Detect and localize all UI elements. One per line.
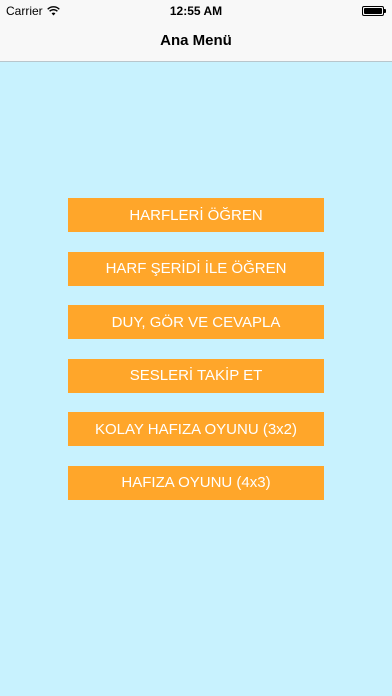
learn-with-letter-strip-button[interactable]: HARF ŞERİDİ İLE ÖĞREN xyxy=(68,251,324,286)
screen: Carrier 12:55 AM Ana Menü HARFLERİ ÖĞREN… xyxy=(0,0,392,696)
easy-memory-game-button[interactable]: KOLAY HAFIZA OYUNU (3x2) xyxy=(68,412,324,446)
status-time: 12:55 AM xyxy=(169,4,223,18)
follow-sounds-button[interactable]: SESLERİ TAKİP ET xyxy=(68,358,324,393)
learn-letters-button[interactable]: HARFLERİ ÖĞREN xyxy=(68,198,324,232)
listen-see-answer-button[interactable]: DUY, GÖR VE CEVAPLA xyxy=(68,305,324,339)
status-bar: Carrier 12:55 AM xyxy=(0,0,392,22)
navigation-bar: Carrier 12:55 AM Ana Menü xyxy=(0,0,392,62)
battery-icon xyxy=(362,6,386,16)
page-title: Ana Menü xyxy=(160,32,232,49)
battery-fill xyxy=(364,8,382,14)
main-menu: HARFLERİ ÖĞREN HARF ŞERİDİ İLE ÖĞREN DUY… xyxy=(68,198,324,519)
memory-game-button[interactable]: HAFIZA OYUNU (4x3) xyxy=(68,465,324,500)
